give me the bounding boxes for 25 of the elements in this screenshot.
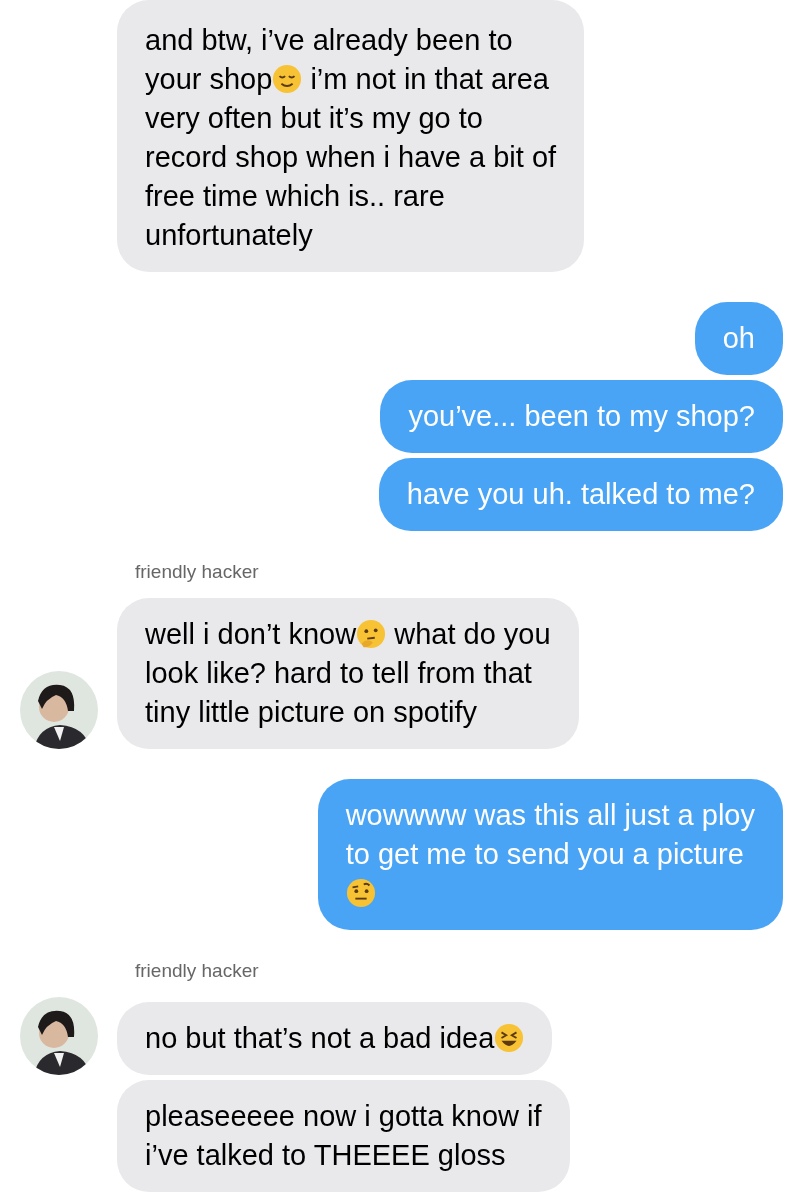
message-text: wowwww was this all just a ploy — [345, 799, 755, 831]
message-text: no but that’s not a bad idea — [145, 1022, 495, 1054]
relieved-face-icon — [272, 64, 303, 94]
message-text: you’ve... been to my shop? — [408, 400, 755, 432]
message-text: have you uh. talked to me? — [406, 478, 755, 510]
laughing-face-icon — [494, 1023, 525, 1053]
message-text: well i don’t know — [145, 618, 357, 650]
message-text: record shop when i have a bit of — [145, 141, 557, 173]
message-text: and btw, i’ve already been to — [145, 24, 513, 56]
message-text: unfortunately — [145, 219, 313, 251]
sender-name: friendly hacker — [135, 561, 259, 583]
message-text: look like? hard to tell from that — [145, 657, 532, 689]
message-text: very often but it’s my go to — [145, 102, 483, 134]
thinking-face-icon — [356, 619, 387, 649]
raised-eyebrow-face-icon — [345, 878, 376, 908]
message-text: your shop — [145, 63, 273, 95]
message-text: i’ve talked to THEEEE gloss — [145, 1139, 506, 1171]
message-text: tiny little picture on spotify — [145, 696, 478, 728]
sender-name: friendly hacker — [135, 960, 259, 982]
message-text: oh — [722, 322, 755, 354]
message-text: what do you — [393, 618, 551, 650]
message-text: pleaseeeee now i gotta know if — [145, 1100, 542, 1132]
message-text: to get me to send you a picture — [345, 838, 744, 870]
message-text: i’m not in that area — [309, 63, 549, 95]
message-text: free time which is.. rare — [145, 180, 445, 212]
